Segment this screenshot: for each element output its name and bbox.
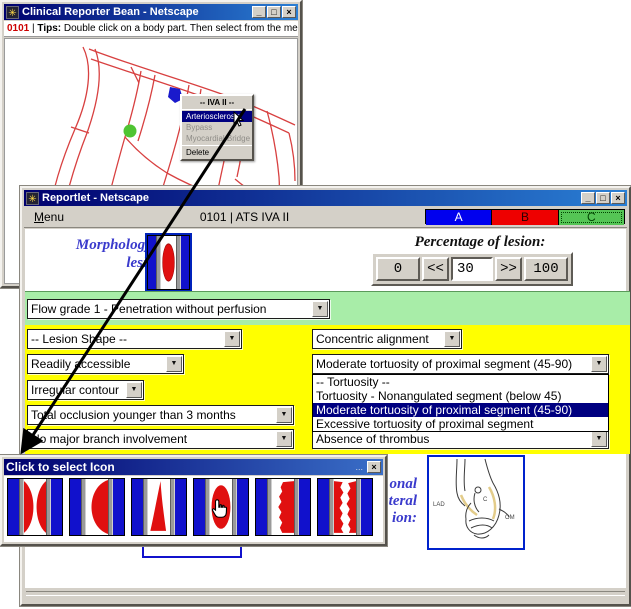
label-lad: LAD bbox=[433, 502, 445, 508]
tortuosity-option-selected[interactable]: Moderate tortuosity of proximal segment … bbox=[313, 403, 608, 417]
dropdown-arrow-icon[interactable]: ▼ bbox=[224, 331, 240, 347]
green-marker[interactable] bbox=[124, 125, 137, 138]
contour-select[interactable]: Irregular contour ▼ bbox=[27, 380, 144, 400]
oval-lesion-shape bbox=[161, 236, 176, 289]
dropdown-arrow-icon[interactable]: ▼ bbox=[444, 331, 460, 347]
tortuosity-option[interactable]: Excessive tortuosity of proximal segment bbox=[313, 417, 608, 431]
label-om: OM bbox=[505, 515, 515, 521]
menu-label-rest: enu bbox=[44, 210, 64, 224]
lesion-shape-select[interactable]: -- Lesion Shape -- ▼ bbox=[27, 329, 242, 349]
header-code: 0101 | ATS IVA II bbox=[64, 210, 425, 224]
window1-title: Clinical Reporter Bean - Netscape bbox=[22, 6, 252, 18]
tips-bar: 0101 | Tips: Double click on a body part… bbox=[4, 21, 298, 37]
reportlet-menubar: Menu 0101 | ATS IVA II A B C bbox=[24, 206, 627, 228]
menu-separator bbox=[182, 145, 252, 146]
zone-button-bar: A B C bbox=[425, 209, 625, 224]
dropdown-arrow-icon[interactable]: ▼ bbox=[591, 356, 607, 372]
lesion-icon-irregular-eccentric[interactable] bbox=[255, 478, 311, 536]
lesion-icon-eccentric-convex[interactable] bbox=[69, 478, 125, 536]
label-c: C bbox=[483, 497, 488, 503]
popup-title: Click to select Icon bbox=[6, 460, 355, 474]
menu-item-myocardial-bridge: Myocardial Bridge bbox=[182, 133, 252, 144]
accessibility-select[interactable]: Readily accessible ▼ bbox=[27, 354, 184, 374]
tortuosity-option-list: -- Tortuosity -- Tortuosity - Nonangulat… bbox=[312, 374, 609, 432]
morphology-lesion-icon[interactable] bbox=[145, 233, 192, 292]
percentage-increment-button[interactable]: >> bbox=[495, 257, 522, 281]
tips-code: 0101 bbox=[7, 23, 29, 34]
dropdown-arrow-icon[interactable]: ▼ bbox=[126, 382, 142, 398]
close-button[interactable]: × bbox=[611, 192, 625, 204]
alignment-value: Concentric alignment bbox=[313, 332, 444, 346]
branch-involvement-select[interactable]: No major branch involvement ▼ bbox=[27, 429, 294, 449]
netscape-icon: ✳ bbox=[26, 192, 39, 205]
percentage-min-button[interactable]: 0 bbox=[376, 257, 420, 281]
dropdown-arrow-icon[interactable]: ▼ bbox=[591, 431, 607, 447]
percentage-decrement-button[interactable]: << bbox=[422, 257, 449, 281]
zone-b-button[interactable]: B bbox=[492, 210, 558, 225]
heart-sketch: LAD C OM bbox=[429, 457, 523, 548]
titlebar-dots: ... bbox=[355, 462, 363, 472]
tortuosity-select[interactable]: Moderate tortuosity of proximal segment … bbox=[312, 354, 609, 374]
minimize-button[interactable]: _ bbox=[252, 6, 266, 18]
lesion-icon-oval-blob[interactable] bbox=[193, 478, 249, 536]
menu-mnemonic: M bbox=[34, 210, 44, 224]
maximize-button[interactable]: □ bbox=[267, 6, 281, 18]
window2-titlebar[interactable]: ✳ Reportlet - Netscape _ □ × bbox=[24, 190, 627, 206]
hand-cursor-icon bbox=[208, 497, 230, 521]
accessibility-value: Readily accessible bbox=[28, 357, 166, 371]
status-bar bbox=[26, 591, 625, 596]
popup-titlebar[interactable]: Click to select Icon ... × bbox=[4, 459, 383, 475]
occlusion-select[interactable]: Total occlusion younger than 3 months ▼ bbox=[27, 405, 294, 425]
tips-label: Tips: bbox=[37, 23, 61, 34]
icon-row bbox=[4, 476, 383, 542]
percentage-label: Percentage of lesion: bbox=[374, 234, 586, 251]
percentage-controls: 0 << >> 100 bbox=[371, 252, 573, 286]
arrow-cursor-icon bbox=[233, 111, 244, 127]
window1-titlebar[interactable]: ✳ Clinical Reporter Bean - Netscape _ □ … bbox=[4, 4, 298, 20]
menu-item-delete[interactable]: Delete bbox=[182, 147, 252, 158]
flow-grade-select[interactable]: Flow grade 1 - Penetration without perfu… bbox=[27, 299, 330, 319]
minimize-button[interactable]: _ bbox=[581, 192, 595, 204]
dropdown-arrow-icon[interactable]: ▼ bbox=[312, 301, 328, 317]
percentage-input[interactable] bbox=[451, 257, 493, 281]
alignment-select[interactable]: Concentric alignment ▼ bbox=[312, 329, 462, 349]
lesion-icon-tapered-wedge[interactable] bbox=[131, 478, 187, 536]
menu-separator bbox=[182, 109, 252, 110]
context-menu-header: -- IVA II -- bbox=[182, 97, 252, 108]
anatomy-image: LAD C OM bbox=[427, 455, 525, 550]
desktop: ✳ Clinical Reporter Bean - Netscape _ □ … bbox=[0, 0, 631, 609]
dropdown-arrow-icon[interactable]: ▼ bbox=[276, 407, 292, 423]
contour-value: Irregular contour bbox=[28, 383, 126, 397]
maximize-button[interactable]: □ bbox=[596, 192, 610, 204]
icon-picker-popup: Click to select Icon ... × bbox=[0, 455, 387, 546]
zone-c-button[interactable]: C bbox=[559, 210, 624, 225]
occlusion-value: Total occlusion younger than 3 months bbox=[28, 408, 276, 422]
dropdown-arrow-icon[interactable]: ▼ bbox=[166, 356, 182, 372]
lesion-icon-irregular-bilateral[interactable] bbox=[317, 478, 373, 536]
lesion-icon-concentric-hourglass[interactable] bbox=[7, 478, 63, 536]
dropdown-arrow-icon[interactable]: ▼ bbox=[276, 431, 292, 447]
tortuosity-option[interactable]: Tortuosity - Nonangulated segment (below… bbox=[313, 389, 608, 403]
popup-close-button[interactable]: × bbox=[367, 461, 381, 473]
thrombus-value: Absence of thrombus bbox=[313, 432, 591, 446]
menu-button[interactable]: Menu bbox=[34, 210, 64, 224]
zone-a-button[interactable]: A bbox=[426, 210, 492, 225]
branch-involvement-value: No major branch involvement bbox=[28, 432, 276, 446]
flow-grade-value: Flow grade 1 - Penetration without perfu… bbox=[28, 302, 312, 316]
window2-title: Reportlet - Netscape bbox=[42, 192, 581, 204]
thrombus-select[interactable]: Absence of thrombus ▼ bbox=[312, 429, 609, 449]
netscape-icon: ✳ bbox=[6, 6, 19, 19]
tips-text: Double click on a body part. Then select… bbox=[61, 23, 298, 34]
context-menu: -- IVA II -- Arteriosclerosis Bypass Myo… bbox=[180, 94, 254, 161]
tortuosity-option[interactable]: -- Tortuosity -- bbox=[313, 375, 608, 389]
percentage-max-button[interactable]: 100 bbox=[524, 257, 568, 281]
tortuosity-value: Moderate tortuosity of proximal segment … bbox=[313, 357, 591, 371]
close-button[interactable]: × bbox=[282, 6, 296, 18]
lesion-shape-value: -- Lesion Shape -- bbox=[28, 332, 224, 346]
